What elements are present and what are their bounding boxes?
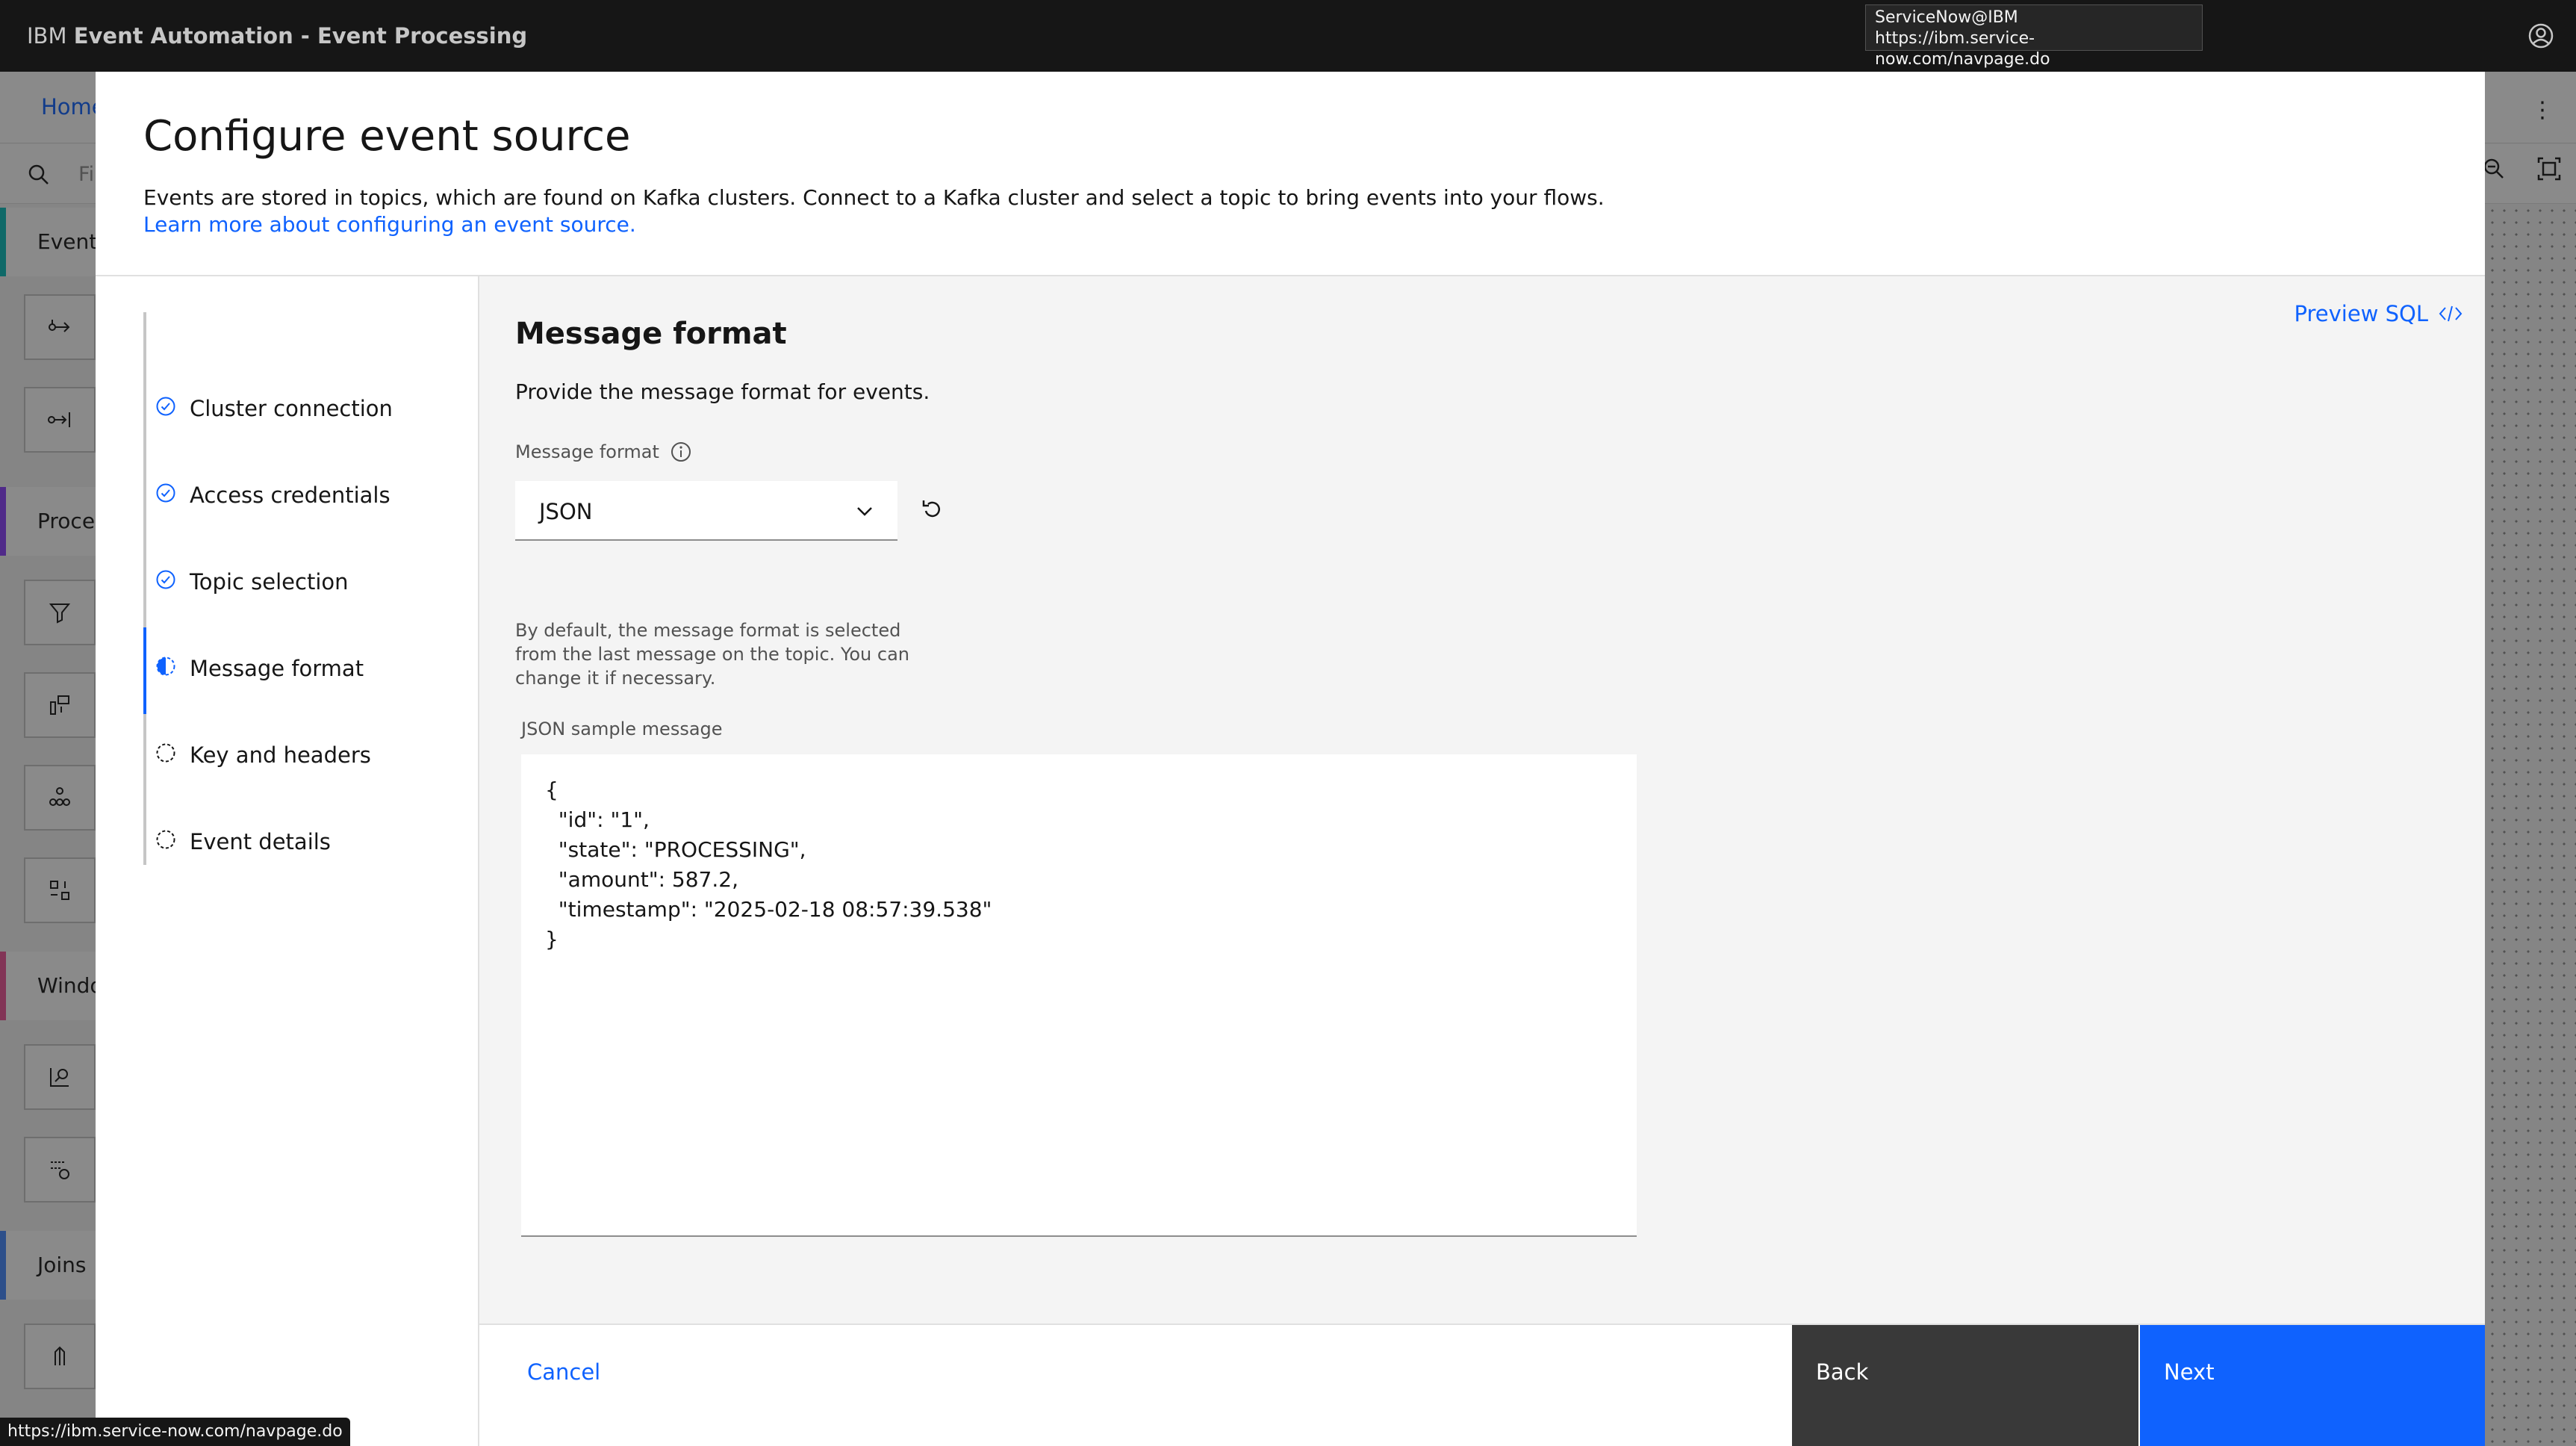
learn-more-link[interactable]: Learn more about configuring an event so… <box>143 212 636 237</box>
preview-sql-label: Preview SQL <box>2294 301 2429 326</box>
configure-event-source-modal: Configure event source Events are stored… <box>96 72 2485 1446</box>
tooltip-title: ServiceNow@IBM <box>1875 8 2018 27</box>
incomplete-half-icon <box>156 657 175 676</box>
incomplete-dashed-icon <box>156 830 175 849</box>
message-format-helper-text: By default, the message format is select… <box>515 620 909 689</box>
tooltip-url: https://ibm.service-now.com/navpage.do <box>1875 29 2050 69</box>
chevron-down-icon <box>857 507 872 516</box>
modal-title: Configure event source <box>143 112 631 161</box>
checkmark-outline-icon <box>156 570 175 589</box>
message-format-label-text: Message format <box>515 441 659 462</box>
modal-description: Events are stored in topics, which are f… <box>143 185 1605 210</box>
link-tooltip: ServiceNow@IBM https://ibm.service-now.c… <box>1865 4 2203 69</box>
step-label: Key and headers <box>190 742 371 768</box>
user-avatar-icon[interactable] <box>2526 21 2556 51</box>
modal-footer: Cancel Back Next <box>479 1324 2485 1446</box>
brand-name: Event Automation - Event Processing <box>73 23 528 49</box>
app-brand[interactable]: IBM Event Automation - Event Processing <box>27 0 527 72</box>
step-event-details[interactable]: Event details <box>143 820 472 895</box>
message-format-dropdown[interactable]: JSON <box>515 481 897 541</box>
json-sample-label: JSON sample message <box>521 719 723 739</box>
reset-icon[interactable] <box>914 491 950 527</box>
step-key-and-headers[interactable]: Key and headers <box>143 733 472 808</box>
step-message-format[interactable]: Message format <box>143 627 472 722</box>
incomplete-dashed-icon <box>156 743 175 763</box>
modal-header: Configure event source Events are stored… <box>96 72 2485 276</box>
message-format-panel: Preview SQL Message format Provide the m… <box>479 276 2485 1324</box>
app-header: IBM Event Automation - Event Processing … <box>0 0 2576 72</box>
step-label: Message format <box>190 656 364 681</box>
back-button[interactable]: Back <box>1792 1325 2138 1446</box>
brand-prefix: IBM <box>27 23 67 49</box>
step-label: Cluster connection <box>190 396 393 421</box>
code-icon <box>2439 305 2463 322</box>
information-icon[interactable] <box>670 441 692 463</box>
step-label: Topic selection <box>190 569 349 595</box>
step-access-credentials[interactable]: Access credentials <box>143 474 472 548</box>
step-label: Access credentials <box>190 482 391 508</box>
cancel-button[interactable]: Cancel <box>527 1359 600 1385</box>
section-title: Message format <box>515 317 787 351</box>
step-label: Event details <box>190 829 331 854</box>
checkmark-outline-icon <box>156 483 175 503</box>
checkmark-outline-icon <box>156 397 175 416</box>
message-format-value: JSON <box>539 499 593 524</box>
current-step-indicator <box>143 627 146 714</box>
browser-status-url: https://ibm.service-now.com/navpage.do <box>0 1418 350 1446</box>
step-cluster-connection[interactable]: Cluster connection <box>143 387 472 462</box>
json-sample-textarea[interactable]: { "id": "1", "state": "PROCESSING", "amo… <box>521 754 1637 1237</box>
section-description: Provide the message format for events. <box>515 379 930 404</box>
message-format-label: Message format <box>515 441 692 463</box>
preview-sql-link[interactable]: Preview SQL <box>2295 299 2463 329</box>
next-button[interactable]: Next <box>2140 1325 2485 1446</box>
step-topic-selection[interactable]: Topic selection <box>143 560 472 635</box>
progress-indicator: Cluster connection Access credentials To… <box>96 276 479 1446</box>
